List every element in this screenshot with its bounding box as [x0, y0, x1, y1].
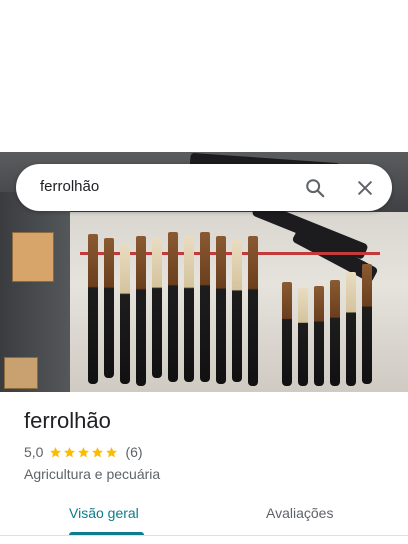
photo-knife	[248, 236, 258, 386]
photo-knife	[282, 282, 292, 386]
photo-knife	[362, 264, 372, 384]
photo-knife	[88, 234, 98, 384]
photo-knife	[298, 288, 308, 386]
photo-knife	[216, 236, 226, 384]
rating-stars	[49, 446, 119, 459]
search-bar[interactable]: ferrolhão	[16, 164, 392, 211]
place-category: Agricultura e pecuária	[24, 466, 161, 482]
star-icon	[50, 446, 62, 457]
tab-reviews[interactable]: Avaliações	[266, 505, 333, 521]
star-icon	[92, 446, 104, 457]
search-input[interactable]: ferrolhão	[40, 178, 99, 195]
star-icon	[64, 446, 76, 457]
photo-knife	[136, 236, 146, 386]
search-icon[interactable]	[302, 175, 328, 201]
photo-knife	[200, 232, 210, 382]
tab-divider	[0, 535, 408, 536]
photo-knife	[184, 236, 194, 382]
close-icon[interactable]	[352, 175, 378, 201]
photo-knife	[168, 232, 178, 382]
rating-value: 5,0	[24, 444, 44, 460]
place-title: ferrolhão	[24, 408, 111, 433]
review-count[interactable]: (6)	[125, 444, 142, 460]
photo-knife	[314, 286, 324, 386]
photo-knife	[346, 272, 356, 386]
photo-box	[4, 357, 38, 389]
rating-row[interactable]: 5,0 (6)	[24, 444, 143, 460]
star-icon	[78, 446, 90, 457]
photo-box	[12, 232, 54, 282]
star-icon	[106, 446, 118, 457]
photo-knife	[232, 240, 242, 382]
photo-knife	[152, 238, 162, 378]
photo-knife	[104, 238, 114, 378]
photo-knife	[120, 244, 130, 384]
photo-knife	[330, 280, 340, 386]
tab-overview[interactable]: Visão geral	[69, 505, 139, 521]
